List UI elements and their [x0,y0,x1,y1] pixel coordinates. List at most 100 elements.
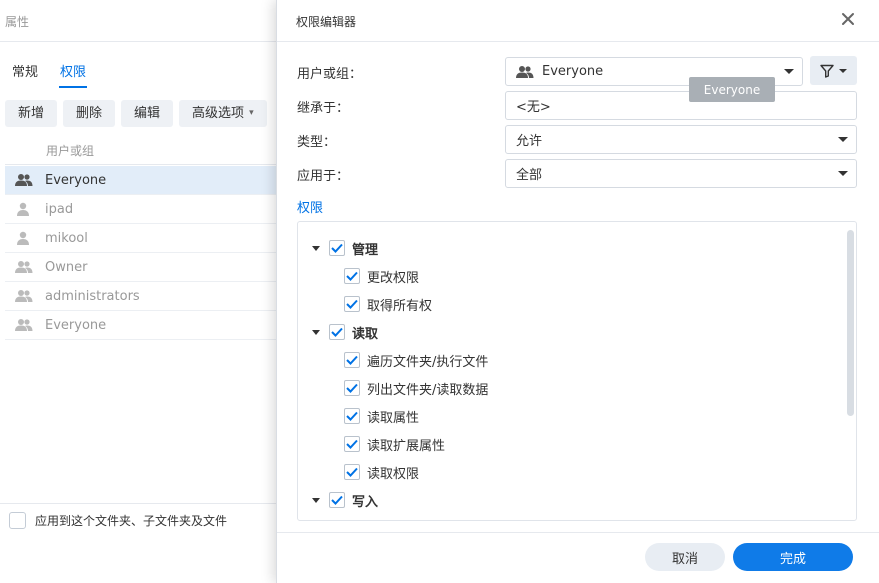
tree-group-write: 写入 [312,489,378,511]
caret-down-icon [838,137,848,142]
advanced-options-button[interactable]: 高级选项 ▾ [179,100,267,127]
permissions-heading: 权限 [297,201,324,216]
list-row-label: administrators [45,288,140,304]
permissions-toolbar: 新增 删除 编辑 高级选项 ▾ [5,100,273,127]
active-tab-indicator [59,86,87,88]
filter-button[interactable] [810,56,857,85]
tree-item-label: 遍历文件夹/执行文件 [367,354,489,370]
apply-to-subfolders-checkbox[interactable] [9,512,26,529]
tree-item-partial [344,517,367,521]
tree-item: 读取属性 [344,405,419,427]
list-row-label: Owner [45,259,88,275]
permissions-tree: 管理 更改权限 取得所有权 读取 遍历文件夹/执行文件 列出文件夹/读取数据 读… [297,221,857,521]
user-tooltip: Everyone [689,77,775,102]
permission-editor-dialog: 权限编辑器 用户或组： Everyone 继承于： <无> Everyone 类… [276,0,879,583]
caret-down-icon: ▾ [249,108,254,118]
permission-checkbox[interactable] [344,408,360,424]
tree-item-label: 列出文件夹/读取数据 [367,382,489,398]
tree-item: 取得所有权 [344,293,432,315]
list-row-label: ipad [45,201,74,217]
permission-checkbox[interactable] [344,268,360,284]
inherited-from-value: <无> [516,100,551,115]
permission-checkbox[interactable] [344,352,360,368]
permission-checkbox[interactable] [329,492,345,508]
list-row[interactable]: mikool [5,224,280,253]
properties-tabs: 常规 权限 [12,61,108,80]
list-row[interactable]: Everyone [5,311,280,340]
tab-general[interactable]: 常规 [12,61,38,80]
tree-group-label: 读取 [352,326,379,342]
list-row-label: mikool [45,230,88,246]
tree-item: 更改权限 [344,265,419,287]
type-select[interactable]: 允许 [505,125,857,154]
group-icon [15,289,35,303]
list-row[interactable]: Owner [5,253,280,282]
expand-arrow-icon[interactable] [312,329,320,335]
apply-to-value: 全部 [516,168,543,183]
expand-arrow-icon[interactable] [312,245,320,251]
tree-group-manage: 管理 [312,237,378,259]
tree-group-label: 管理 [352,242,379,258]
user-icon [15,202,35,216]
list-row[interactable]: ipad [5,195,280,224]
close-icon[interactable] [840,11,856,27]
permission-checkbox[interactable] [344,296,360,312]
apply-to-select[interactable]: 全部 [505,159,857,188]
tree-group-label: 写入 [352,494,379,510]
caret-down-icon [838,171,848,176]
list-row[interactable]: Everyone [5,166,280,195]
tree-item-label: 更改权限 [367,270,420,286]
tree-item: 列出文件夹/读取数据 [344,377,488,399]
apply-to-row: 应用于： 全部 [297,159,857,188]
permission-checkbox[interactable] [344,464,360,480]
tree-item-label: 读取权限 [367,466,420,482]
apply-to-label: 应用于： [297,169,350,184]
divider [0,503,279,504]
permission-checkbox[interactable] [344,436,360,452]
tree-item-label: 读取扩展属性 [367,438,446,454]
list-row-label: Everyone [45,172,107,188]
type-label: 类型： [297,135,337,150]
permission-checkbox[interactable] [329,240,345,256]
done-button[interactable]: 完成 [733,543,853,571]
tab-permissions[interactable]: 权限 [60,61,86,80]
edit-button[interactable]: 编辑 [121,100,174,127]
list-row-label: Everyone [45,317,107,333]
inherited-from-label: 继承于： [297,101,350,116]
permission-checkbox[interactable] [344,380,360,396]
group-icon [15,260,35,274]
list-header-user-or-group[interactable]: 用户或组 [5,138,280,165]
user-or-group-label: 用户或组： [297,67,363,82]
delete-button[interactable]: 删除 [63,100,116,127]
tree-item-label: 读取属性 [367,410,420,426]
type-value: 允许 [516,134,543,149]
tree-item-label: 取得所有权 [367,298,433,314]
apply-to-subfolders-label: 应用到这个文件夹、子文件夹及文件 [35,514,228,528]
scrollbar[interactable] [847,230,854,416]
inherited-from-field: <无> [505,91,857,120]
permission-checkbox[interactable] [329,324,345,340]
permission-checkbox[interactable] [344,520,360,521]
type-row: 类型： 允许 [297,125,857,154]
tree-item: 读取权限 [344,461,419,483]
tree-group-read: 读取 [312,321,378,343]
advanced-options-label: 高级选项 [192,106,245,121]
expand-arrow-icon[interactable] [312,497,320,503]
properties-window-title: 属性 [5,15,30,29]
apply-to-subfolders-row: 应用到这个文件夹、子文件夹及文件 [9,512,227,529]
cancel-button[interactable]: 取消 [645,543,725,571]
tree-item: 遍历文件夹/执行文件 [344,349,488,371]
dialog-header: 权限编辑器 [277,0,879,42]
tree-item: 读取扩展属性 [344,433,445,455]
caret-down-icon [784,69,794,74]
permission-entries-list: Everyone ipad mikool Owner administrator… [5,166,280,340]
user-or-group-value: Everyone [542,64,604,79]
list-row[interactable]: administrators [5,282,280,311]
group-icon [15,318,35,332]
dialog-title: 权限编辑器 [296,15,357,29]
caret-down-icon [839,68,847,73]
add-button[interactable]: 新增 [5,100,58,127]
user-icon [15,231,35,245]
divider [277,532,879,533]
filter-icon [820,64,834,78]
